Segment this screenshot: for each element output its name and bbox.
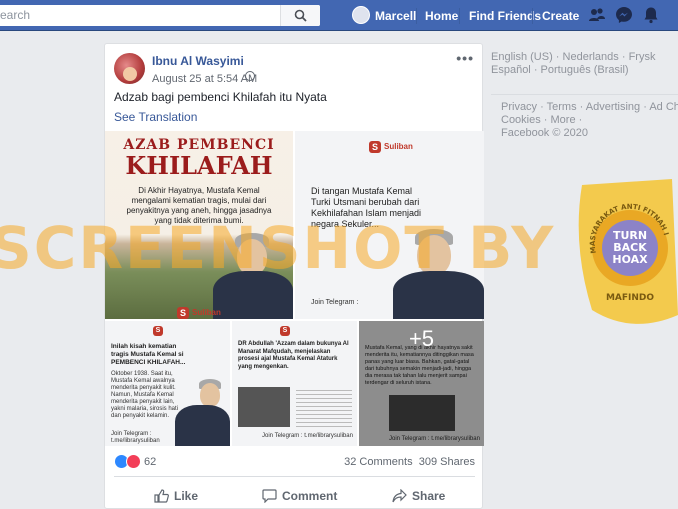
- telegram-note: Join Telegram : t.me/librarysuliban: [262, 433, 353, 439]
- search-input[interactable]: earch: [0, 5, 320, 26]
- post-photo-3[interactable]: S Inilah kisah kematian tragis Mustafa K…: [105, 321, 230, 446]
- telegram-note: Join Telegram : t.me/librarysuliban: [111, 431, 160, 444]
- post-text: Adzab bagi pembenci Khilafah itu Nyata: [114, 90, 327, 104]
- footer-copyright: Facebook © 2020: [501, 127, 588, 139]
- telegram-note: Join Telegram :: [311, 299, 359, 306]
- suliban-logo-icon: S: [153, 326, 163, 336]
- share-arrow-icon: [392, 489, 407, 503]
- user-avatar[interactable]: [352, 6, 370, 24]
- portrait-suit: [175, 405, 230, 446]
- more-photos-count[interactable]: +5: [359, 321, 484, 357]
- create-link[interactable]: Create: [542, 0, 579, 31]
- comment-label: Comment: [282, 489, 338, 503]
- share-label: Share: [412, 489, 446, 503]
- screenshot-watermark: SCREENSHOT BY: [0, 214, 556, 282]
- language-selector: English (US) · Nederlands · Frysk Españo…: [491, 51, 678, 77]
- post-photo-4[interactable]: S DR Abdullah 'Azzam dalam bukunya Al Ma…: [232, 321, 357, 446]
- like-label: Like: [174, 489, 199, 503]
- suliban-logo-icon: S: [280, 326, 290, 336]
- actions-divider: [114, 476, 475, 477]
- sidebar-divider: [491, 94, 678, 95]
- nav-divider: [532, 8, 533, 24]
- language-line-1: English (US) · Nederlands · Frysk: [491, 51, 678, 64]
- photo-inset: [238, 387, 290, 427]
- post-photo-5[interactable]: Mustafa Kemal, yang di akhir hayatnya sa…: [359, 321, 484, 446]
- search-button[interactable]: [280, 5, 320, 26]
- reactions-count[interactable]: 62: [144, 456, 156, 468]
- sidebar-footer: Privacy · Terms · Advertising · Ad Choic…: [501, 101, 678, 140]
- user-name: Marcell: [375, 8, 417, 23]
- share-button[interactable]: Share: [392, 487, 445, 505]
- thumbs-up-icon: [154, 489, 169, 503]
- badge-bottom-text: MAFINDO: [606, 293, 654, 303]
- separator: ·: [552, 51, 563, 63]
- search-icon: [294, 9, 307, 22]
- find-friends-link[interactable]: Find Friends: [469, 0, 541, 31]
- suliban-logo-icon: S: [177, 307, 189, 319]
- language-line-2: Español · Português (Brasil): [491, 64, 678, 77]
- language-current: English (US): [491, 51, 553, 63]
- public-globe-icon: [245, 71, 255, 81]
- language-dutch[interactable]: Nederlands: [563, 51, 619, 63]
- photo-title-line2: KHILAFAH: [125, 151, 273, 180]
- author-avatar[interactable]: [114, 53, 145, 84]
- like-button[interactable]: Like: [154, 487, 198, 505]
- friend-requests-icon[interactable]: [588, 6, 606, 24]
- find-friends-label: Find Friends: [469, 8, 541, 23]
- home-link[interactable]: Home: [425, 0, 458, 31]
- comments-count[interactable]: 32 Comments: [344, 456, 412, 468]
- author-name[interactable]: Ibnu Al Wasyimi: [152, 54, 244, 68]
- suliban-logo-text: Suliban: [384, 142, 413, 151]
- portrait-face: [200, 383, 220, 407]
- post-timestamp[interactable]: August 25 at 5:54 AM: [152, 73, 257, 85]
- photo-inset-text: [296, 387, 352, 427]
- footer-links-1[interactable]: Privacy · Terms · Advertising · Ad Choic…: [501, 101, 678, 114]
- comment-button[interactable]: Comment: [262, 487, 337, 505]
- photo-caption: Inilah kisah kematian tragis Mustafa Kem…: [111, 343, 186, 366]
- home-label: Home: [425, 8, 459, 23]
- top-navigation-bar: earch Marcell Home Find Friends Create: [0, 0, 678, 31]
- reactions-bar: 62 32 Comments 309 Shares: [114, 453, 475, 471]
- profile-link[interactable]: Marcell: [375, 0, 416, 31]
- language-portuguese[interactable]: Português (Brasil): [541, 64, 629, 76]
- comment-icon: [262, 489, 277, 503]
- comments-shares-count: 32 Comments 309 Shares: [344, 456, 475, 468]
- nav-divider: [459, 8, 460, 24]
- language-spanish[interactable]: Español: [491, 64, 531, 76]
- love-reaction-icon[interactable]: [126, 454, 141, 469]
- notifications-icon[interactable]: [642, 6, 660, 24]
- see-translation-link[interactable]: See Translation: [114, 110, 197, 124]
- post-options-button[interactable]: •••: [456, 50, 474, 66]
- create-label: Create: [542, 8, 580, 23]
- mafindo-badge-logo: TURN BACK HOAX MASYARAKAT ANTI FITNAH IN…: [572, 175, 678, 324]
- messenger-icon[interactable]: [615, 6, 633, 24]
- nav-divider: [416, 8, 417, 24]
- separator: ·: [530, 64, 541, 76]
- suliban-logo-icon: S: [369, 141, 381, 153]
- photo-small-text: Oktober 1938. Saat itu, Mustafa Kemal aw…: [111, 371, 179, 419]
- language-frisian[interactable]: Frysk: [629, 51, 656, 63]
- photo-caption: DR Abdullah 'Azzam dalam bukunya Al Mana…: [238, 341, 349, 370]
- badge-text-3: HOAX: [612, 253, 648, 266]
- search-placeholder: earch: [0, 8, 31, 22]
- separator: ·: [618, 51, 629, 63]
- footer-links-2[interactable]: Cookies · More ·: [501, 114, 678, 127]
- suliban-logo-text: Suliban: [192, 308, 221, 317]
- shares-count[interactable]: 309 Shares: [419, 456, 475, 468]
